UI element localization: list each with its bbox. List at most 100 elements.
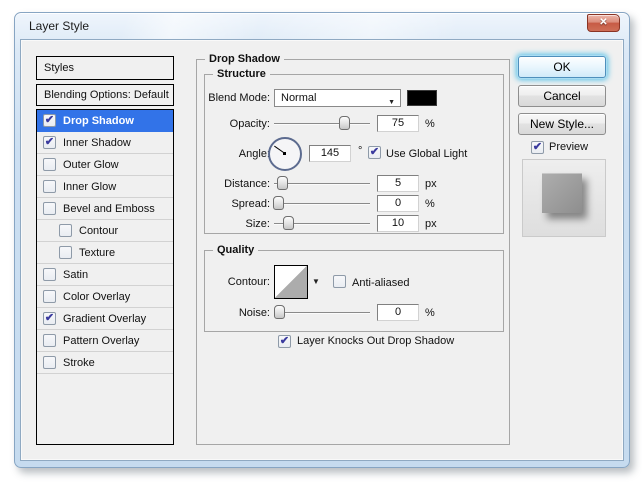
style-item-checkbox[interactable]: ✔ [43, 136, 56, 149]
distance-slider[interactable] [274, 175, 370, 191]
style-item-stroke[interactable]: Stroke [37, 352, 173, 374]
use-global-light-checkbox[interactable]: ✔ [368, 146, 381, 159]
structure-group-title: Structure [213, 68, 270, 80]
blend-mode-value: Normal [281, 92, 316, 104]
angle-dial[interactable] [268, 137, 302, 171]
opacity-value[interactable]: 75 [377, 115, 419, 132]
style-item-checkbox[interactable]: ✔ [43, 114, 56, 127]
contour-label: Contour: [205, 276, 270, 288]
style-item-label: Drop Shadow [63, 115, 134, 127]
cancel-button[interactable]: Cancel [518, 85, 606, 107]
style-item-label: Inner Shadow [63, 137, 131, 149]
preview-panel [522, 159, 606, 237]
style-item-checkbox[interactable] [43, 268, 56, 281]
chevron-down-icon[interactable]: ▼ [312, 277, 320, 286]
distance-row: Distance: 5 px [205, 175, 503, 193]
spread-slider-thumb[interactable] [273, 196, 284, 210]
style-item-checkbox[interactable] [59, 224, 72, 237]
styles-panel-header: Styles [36, 56, 174, 80]
style-item-color-overlay[interactable]: Color Overlay [37, 286, 173, 308]
title-bar[interactable]: Layer Style [15, 13, 629, 40]
distance-slider-track[interactable] [274, 183, 370, 184]
noise-row: Noise: 0 % [205, 304, 503, 322]
contour-row: Contour: ▼ Anti-aliased [205, 265, 503, 301]
spread-value[interactable]: 0 [377, 195, 419, 212]
chevron-down-icon: ▼ [388, 95, 395, 111]
style-item-label: Texture [79, 247, 115, 259]
spread-row: Spread: 0 % [205, 195, 503, 213]
style-item-checkbox[interactable] [59, 246, 72, 259]
new-style-button[interactable]: New Style... [518, 113, 606, 135]
opacity-slider-thumb[interactable] [339, 116, 350, 130]
layer-knocks-out-checkbox[interactable]: ✔ [278, 335, 291, 348]
style-item-outer-glow[interactable]: Outer Glow [37, 154, 173, 176]
size-label: Size: [205, 218, 270, 230]
opacity-slider-track[interactable] [274, 123, 370, 124]
knockout-row: ✔ Layer Knocks Out Drop Shadow [278, 333, 454, 349]
style-item-checkbox[interactable] [43, 202, 56, 215]
size-value[interactable]: 10 [377, 215, 419, 232]
blending-options-item[interactable]: Blending Options: Default [36, 84, 174, 106]
style-item-checkbox[interactable] [43, 356, 56, 369]
distance-value[interactable]: 5 [377, 175, 419, 192]
anti-aliased-label: Anti-aliased [352, 277, 409, 289]
style-item-label: Pattern Overlay [63, 335, 139, 347]
shadow-color-swatch[interactable] [407, 90, 437, 106]
preview-label: Preview [549, 141, 588, 153]
style-item-checkbox[interactable]: ✔ [43, 312, 56, 325]
styles-list: ✔ Drop Shadow ✔ Inner Shadow Outer Glow Inner… [36, 109, 174, 445]
style-item-label: Contour [79, 225, 118, 237]
styles-header-label: Styles [44, 62, 74, 74]
preview-row: ✔ Preview [531, 139, 588, 155]
spread-unit: % [425, 198, 435, 210]
dialog-body: Styles Blending Options: Default ✔Drop S… [21, 40, 623, 460]
style-item-gradient-overlay[interactable]: ✔Gradient Overlay [37, 308, 173, 330]
style-item-label: Stroke [63, 357, 95, 369]
blend-mode-dropdown[interactable]: Normal ▼ [274, 89, 401, 107]
style-item-drop-shadow[interactable]: ✔ Drop Shadow [37, 110, 173, 132]
style-item-inner-glow[interactable]: Inner Glow [37, 176, 173, 198]
preview-checkbox[interactable]: ✔ [531, 141, 544, 154]
angle-row: Angle: 145 ° ✔ Use Global Light [205, 137, 503, 173]
style-item-label: Inner Glow [63, 181, 116, 193]
ok-button[interactable]: OK [518, 56, 606, 78]
layer-knocks-out-label: Layer Knocks Out Drop Shadow [297, 335, 454, 347]
opacity-slider[interactable] [274, 115, 370, 131]
noise-slider[interactable] [274, 304, 370, 320]
size-slider[interactable] [274, 215, 370, 231]
style-item-bevel-and-emboss[interactable]: Bevel and Emboss [37, 198, 173, 220]
spread-slider[interactable] [274, 195, 370, 211]
style-item-checkbox[interactable] [43, 290, 56, 303]
noise-slider-thumb[interactable] [274, 305, 285, 319]
opacity-label: Opacity: [205, 118, 270, 130]
noise-slider-track[interactable] [274, 312, 370, 313]
style-item-checkbox[interactable] [43, 158, 56, 171]
style-item-checkbox[interactable] [43, 334, 56, 347]
style-item-pattern-overlay[interactable]: Pattern Overlay [37, 330, 173, 352]
preview-thumbnail [542, 173, 582, 213]
style-item-checkbox[interactable] [43, 180, 56, 193]
spread-slider-track[interactable] [274, 203, 370, 204]
contour-picker[interactable] [274, 265, 308, 299]
style-item-inner-shadow[interactable]: ✔ Inner Shadow [37, 132, 173, 154]
size-row: Size: 10 px [205, 215, 503, 233]
angle-value[interactable]: 145 [309, 145, 351, 162]
style-item-satin[interactable]: Satin [37, 264, 173, 286]
size-unit: px [425, 218, 437, 230]
noise-unit: % [425, 307, 435, 319]
style-item-contour[interactable]: Contour [37, 220, 173, 242]
opacity-row: Opacity: 75 % [205, 115, 503, 133]
style-item-texture[interactable]: Texture [37, 242, 173, 264]
distance-label: Distance: [205, 178, 270, 190]
anti-aliased-checkbox[interactable] [333, 275, 346, 288]
drop-shadow-section: Drop Shadow Structure Blend Mode: Normal… [196, 59, 510, 445]
close-button[interactable]: ✕ [587, 14, 620, 32]
angle-unit: ° [358, 145, 362, 157]
window-title: Layer Style [29, 19, 89, 33]
noise-value[interactable]: 0 [377, 304, 419, 321]
quality-group-title: Quality [213, 244, 258, 256]
quality-group: Quality Contour: ▼ Anti-aliased Noise: 0 [204, 250, 504, 332]
distance-slider-thumb[interactable] [277, 176, 288, 190]
size-slider-thumb[interactable] [283, 216, 294, 230]
blend-mode-label: Blend Mode: [205, 92, 270, 104]
